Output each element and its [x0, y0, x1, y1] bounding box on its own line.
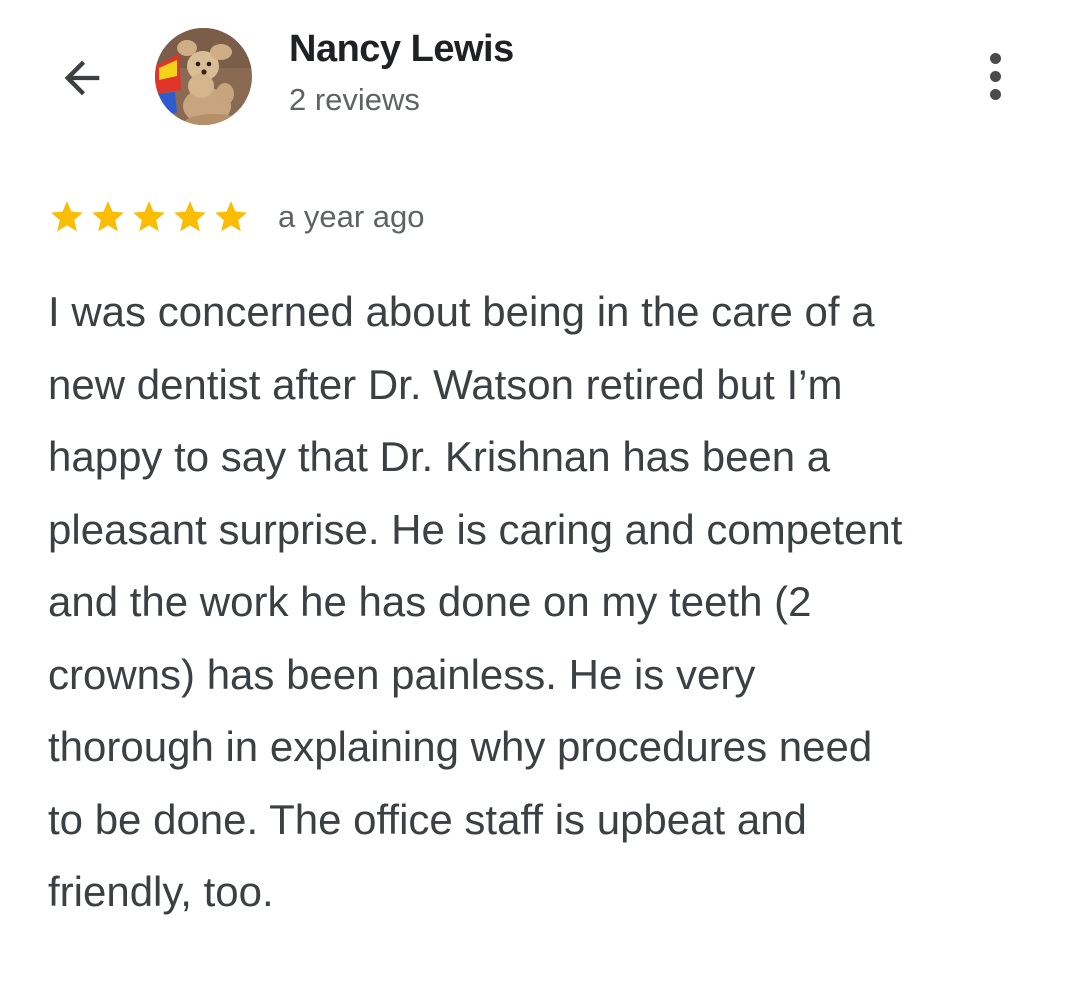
- more-vert-icon: [989, 52, 1001, 64]
- more-vert-icon-dot: [989, 88, 1001, 100]
- avatar[interactable]: [155, 28, 252, 125]
- review-text-line: crowns) has been painless. He is very: [48, 650, 756, 698]
- review-count: 2 reviews: [289, 82, 420, 117]
- reviewer-name[interactable]: Nancy Lewis: [289, 28, 514, 71]
- star-icon: [51, 201, 83, 232]
- star-icon: [92, 201, 124, 232]
- star-icon: [174, 201, 206, 232]
- review-detail-page: Nancy Lewis 2 reviews a year ago I was c…: [0, 0, 1076, 984]
- arrow-back-icon: [64, 60, 100, 96]
- dog-photo: [155, 28, 252, 125]
- back-button[interactable]: [52, 48, 112, 108]
- star-icon: [133, 201, 165, 232]
- review-text-line: and the work he has done on my teeth (2: [48, 578, 812, 625]
- more-options-button[interactable]: [970, 46, 1020, 106]
- more-vert-icon-dot: [989, 70, 1001, 82]
- review-text-line: to be done. The office staff is upbeat a…: [48, 795, 807, 843]
- review-text: I was concerned about being in the care …: [48, 276, 1048, 929]
- review-text-line: friendly, too.: [48, 868, 274, 915]
- review-text-line: pleasant surprise. He is caring and comp…: [48, 505, 903, 553]
- star-icon: [215, 201, 247, 232]
- rating-row: a year ago: [48, 196, 425, 238]
- review-text-line: new dentist after Dr. Watson retired but…: [48, 360, 843, 408]
- review-text-line: I was concerned about being in the care …: [48, 288, 875, 335]
- review-text-line: thorough in explaining why procedures ne…: [48, 723, 873, 770]
- review-text-line: happy to say that Dr. Krishnan has been …: [48, 433, 831, 480]
- star-rating: [48, 198, 250, 236]
- review-date: a year ago: [278, 199, 425, 234]
